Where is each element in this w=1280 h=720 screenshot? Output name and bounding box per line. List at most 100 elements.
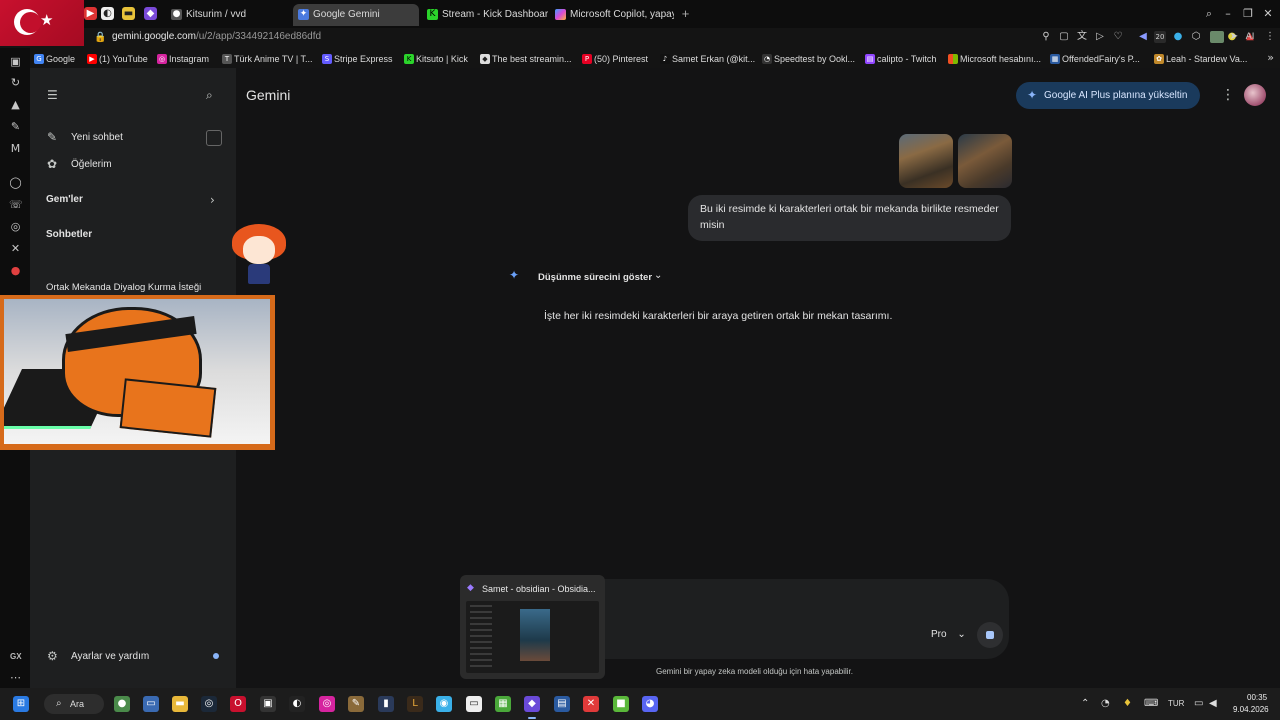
discord-icon[interactable]: ◕ [642, 696, 658, 712]
bookmark-offendedfairy[interactable]: ▦ OffendedFairy's P... [1050, 52, 1140, 66]
tray-app-icon[interactable]: ◔ [1101, 697, 1110, 711]
preview-thumbnail[interactable] [466, 601, 599, 673]
opera-gx-icon[interactable]: O [230, 696, 246, 712]
page-title[interactable]: Gemini [246, 87, 290, 103]
snapshot-icon[interactable]: ▢ [1058, 31, 1070, 43]
minecraft-icon[interactable]: ▦ [495, 696, 511, 712]
tab-google-gemini[interactable]: ✦ Google Gemini [293, 4, 419, 26]
network-icon[interactable]: ▭ [1194, 697, 1203, 711]
extension-badge[interactable]: 20 [1154, 31, 1166, 43]
app-icon[interactable]: ✎ [348, 696, 364, 712]
search-icon[interactable]: ⌕ [206, 88, 213, 102]
tray-overflow-icon[interactable]: ⌃ [1081, 697, 1089, 711]
bookmarks-overflow-icon[interactable]: » [1267, 51, 1274, 64]
speaker-icon[interactable]: ◀ [1137, 31, 1149, 43]
tab-kitsurim[interactable]: ● Kitsurim / vvd [166, 4, 288, 26]
my-items-link[interactable]: Öğelerim [71, 159, 112, 170]
tab-microsoft-copilot[interactable]: Microsoft Copilot, yapay z [550, 4, 674, 26]
pinned-tab-icon[interactable]: ▬ [122, 7, 135, 20]
send-icon[interactable]: ➤ [1228, 31, 1240, 43]
bookmark-microsoft[interactable]: Microsoft hesabını... [948, 52, 1041, 66]
bookmark-stripe[interactable]: S Stripe Express [322, 52, 393, 66]
bookmark-youtube[interactable]: ▶ (1) YouTube [87, 52, 148, 66]
gx-control-icon[interactable]: ▣ [9, 55, 22, 68]
chevron-right-icon[interactable]: › [210, 193, 215, 207]
more-icon[interactable]: ⋯ [9, 671, 22, 684]
lock-icon[interactable]: 🔒 [94, 32, 106, 43]
start-icon[interactable]: ⊞ [13, 696, 29, 712]
app-icon[interactable]: ◉ [436, 696, 452, 712]
app-icon[interactable]: ▭ [466, 696, 482, 712]
bookmark-google[interactable]: G Google [34, 52, 75, 66]
github-icon[interactable]: ◐ [289, 696, 305, 712]
temporary-chat-icon[interactable] [206, 130, 222, 146]
tray-app-icon[interactable]: ♦ [1123, 697, 1132, 711]
gx-label[interactable]: GX [10, 652, 22, 661]
search-tabs-icon[interactable]: ⌕ [1203, 8, 1215, 20]
app-icon[interactable]: ▣ [260, 696, 276, 712]
hot-tabs-icon[interactable]: ▲ [9, 98, 22, 111]
messenger-icon[interactable]: ◯ [9, 176, 22, 189]
steam-icon[interactable]: ◎ [201, 696, 217, 712]
music-icon[interactable]: ● [9, 264, 22, 277]
hamburger-menu-icon[interactable]: ☰ [47, 88, 58, 102]
xbox-icon[interactable]: ● [114, 696, 130, 712]
settings-help-button[interactable]: Ayarlar ve yardım [71, 651, 149, 662]
upgrade-button[interactable]: ✦ Google AI Plus planına yükseltin [1016, 82, 1200, 109]
pinned-tab-icon[interactable]: ◐ [101, 7, 114, 20]
stop-generation-button[interactable] [977, 622, 1003, 648]
volume-icon[interactable]: ◀ [1209, 697, 1217, 711]
menu-icon[interactable]: ⋮ [1264, 31, 1276, 43]
recent-chat-item[interactable]: Ortak Mekanda Diyalog Kurma İsteği [46, 282, 201, 293]
play-icon[interactable]: ▷ [1094, 31, 1106, 43]
obsidian-icon[interactable]: ◆ [524, 696, 540, 712]
history-icon[interactable]: ↻ [9, 76, 22, 89]
uploaded-image-thumbnail[interactable] [899, 134, 953, 188]
app-icon[interactable]: ▮ [378, 696, 394, 712]
clock-time[interactable]: 00:35 [1247, 693, 1267, 702]
pin-icon[interactable]: ⚲ [1040, 31, 1052, 43]
bookmark-instagram[interactable]: ◎ Instagram [157, 52, 209, 66]
bookmark-turk-anime[interactable]: T Türk Anime TV | T... [222, 52, 313, 66]
gems-link[interactable]: Gem'ler [46, 194, 83, 205]
pinned-tab-icon[interactable]: ◆ [144, 7, 157, 20]
bookmark-kick[interactable]: K Kitsuto | Kick [404, 52, 468, 66]
close-icon[interactable]: ✕ [1262, 8, 1274, 20]
user-avatar[interactable] [1244, 84, 1266, 106]
uploaded-image-thumbnail[interactable] [958, 134, 1012, 188]
bookmark-streaming[interactable]: ◆ The best streamin... [480, 52, 572, 66]
address-bar[interactable]: 🔒 gemini.google.com/u/2/app/334492146ed8… [84, 28, 1280, 48]
x-icon[interactable]: ✕ [9, 242, 22, 255]
my-items-icon[interactable]: ✿ [47, 157, 57, 171]
heart-icon[interactable]: ♡ [1112, 31, 1124, 43]
extension-icon[interactable]: ● [1172, 31, 1184, 43]
translate-icon[interactable]: 文 [1076, 31, 1088, 43]
instagram-icon[interactable]: ◎ [9, 220, 22, 233]
bookmark-tiktok[interactable]: ♪ Samet Erkan (@kit... [660, 52, 755, 66]
new-chat-button[interactable]: Yeni sohbet [71, 132, 123, 143]
minimize-icon[interactable]: – [1222, 8, 1234, 20]
puzzle-icon[interactable]: ⬡ [1190, 31, 1202, 43]
model-selector[interactable]: Pro ⌄ [931, 629, 966, 640]
taskbar-search[interactable]: ⌕ Ara [44, 694, 104, 714]
pinned-tab-icon[interactable]: ▶ [84, 7, 97, 20]
app-icon[interactable]: ▤ [554, 696, 570, 712]
show-thinking-toggle[interactable]: Düşünme sürecini göster [538, 272, 652, 283]
mail-icon[interactable]: M [9, 142, 22, 155]
instagram-icon[interactable]: ◎ [319, 696, 335, 712]
bookmark-pinterest[interactable]: P (50) Pinterest [582, 52, 648, 66]
new-tab-button[interactable]: + [679, 7, 692, 20]
tab-kick-dashboard[interactable]: K Stream - Kick Dashboard [422, 4, 548, 26]
task-view-icon[interactable]: ▭ [143, 696, 159, 712]
profile-avatar[interactable] [1210, 31, 1224, 43]
notes-icon[interactable]: ✎ [9, 120, 22, 133]
maximize-icon[interactable]: ❐ [1242, 8, 1254, 20]
ai-button[interactable]: AI [1242, 31, 1258, 43]
keyboard-icon[interactable]: ⌨ [1144, 697, 1158, 711]
new-chat-icon[interactable]: ✎ [47, 130, 57, 144]
url-text[interactable]: gemini.google.com/u/2/app/334492146ed86d… [112, 31, 321, 42]
bookmark-speedtest[interactable]: ◔ Speedtest by Ookl... [762, 52, 855, 66]
file-explorer-icon[interactable]: ▬ [172, 696, 188, 712]
app-icon[interactable]: ✕ [583, 696, 599, 712]
app-icon[interactable]: ■ [613, 696, 629, 712]
